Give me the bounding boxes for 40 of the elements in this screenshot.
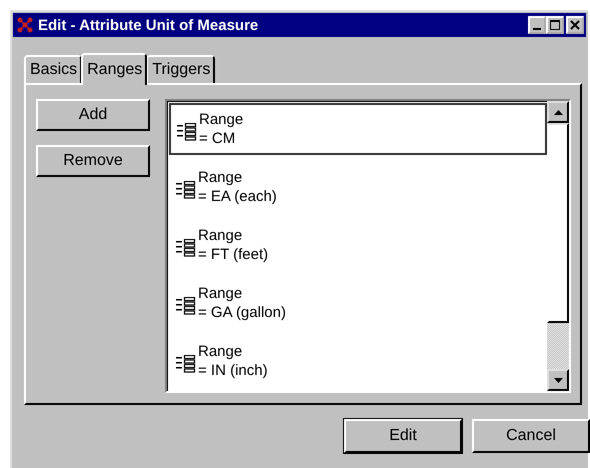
range-label: Range	[198, 284, 244, 303]
dialog-button[interactable]: Cancel	[472, 419, 590, 453]
range-value: = IN (inch)	[198, 361, 268, 380]
down-arrow-icon	[554, 378, 562, 382]
list-icon	[176, 355, 196, 373]
range-value: = CM	[199, 129, 236, 148]
range-item[interactable]: Range = EA (each)	[169, 161, 547, 213]
maximize-button[interactable]	[546, 16, 564, 34]
list-icon	[177, 123, 197, 141]
range-value: = GA (gallon)	[198, 303, 286, 322]
dialog-button[interactable]: Edit	[344, 419, 462, 453]
range-item[interactable]: Range = CM	[169, 103, 547, 155]
app-icon	[16, 16, 34, 34]
range-label: Range	[198, 168, 244, 187]
range-item[interactable]: Range = FT (feet)	[169, 219, 547, 271]
minimize-button[interactable]	[528, 16, 546, 34]
side-button[interactable]: Remove	[36, 145, 150, 177]
scroll-thumb[interactable]	[547, 123, 569, 323]
scrollbar[interactable]	[547, 101, 569, 391]
range-item[interactable]: Range = IN (inch)	[169, 335, 547, 387]
tab[interactable]: Ranges	[81, 53, 148, 85]
range-label: Range	[198, 342, 244, 361]
range-value: = FT (feet)	[198, 245, 268, 264]
side-button[interactable]: Add	[36, 99, 150, 131]
minimize-icon	[533, 28, 541, 30]
list-icon	[176, 239, 196, 257]
window-title: Edit - Attribute Unit of Measure	[38, 16, 260, 34]
list-icon	[176, 181, 196, 199]
range-label: Range	[199, 110, 244, 129]
range-item[interactable]: Range = GA (gallon)	[169, 277, 547, 329]
list-icon	[176, 297, 196, 315]
up-arrow-icon	[554, 110, 562, 114]
maximize-icon	[550, 20, 560, 30]
scroll-down-button[interactable]	[547, 369, 569, 391]
close-button[interactable]	[566, 16, 584, 34]
range-value: = EA (each)	[198, 187, 277, 206]
tab[interactable]: Triggers	[146, 55, 216, 83]
scroll-up-button[interactable]	[547, 101, 569, 123]
range-label: Range	[198, 226, 244, 245]
close-icon	[570, 20, 580, 30]
